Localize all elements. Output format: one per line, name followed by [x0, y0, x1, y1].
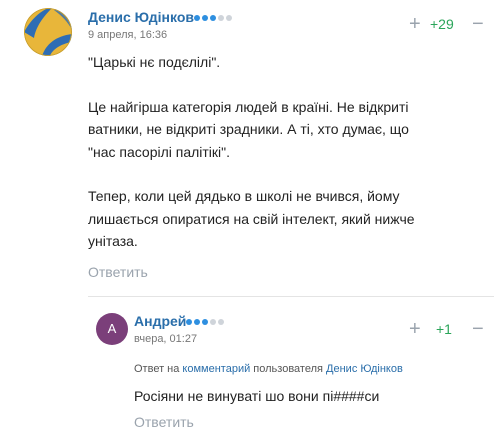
comment-score: +1: [436, 321, 452, 337]
rank-dot: [210, 319, 216, 325]
comment-date: 9 апреля, 16:36: [88, 29, 168, 41]
comment-date: вчера, 01:27: [134, 333, 198, 345]
comment-text: "Царькі нє подєлілі". Це найгірша катего…: [88, 51, 488, 253]
reply-middle: пользователя: [253, 363, 323, 375]
reply-button[interactable]: Ответить: [134, 414, 194, 430]
user-avatar[interactable]: А: [96, 313, 128, 345]
rank-dots: [194, 15, 232, 21]
comment-paragraph: "Царькі нє подєлілі".: [88, 54, 221, 70]
plus-icon[interactable]: +: [409, 319, 421, 339]
comment-author[interactable]: Андрей: [134, 313, 186, 329]
comment-paragraph: Це найгірша категорія людей в країні. Не…: [88, 98, 409, 160]
comment-score: +29: [430, 16, 454, 32]
rank-dot: [194, 319, 200, 325]
reply-comment-link[interactable]: комментарий: [182, 363, 250, 375]
user-avatar-ball[interactable]: [24, 8, 72, 56]
reply-to-info: Ответ на комментарий пользователя Денис …: [134, 363, 403, 375]
rank-dot: [210, 15, 216, 21]
comment-paragraph: Тепер, коли цей дядько в школі не вчився…: [88, 188, 415, 249]
plus-icon[interactable]: +: [409, 14, 421, 34]
reply-prefix: Ответ на: [134, 363, 180, 375]
minus-icon[interactable]: −: [472, 319, 484, 339]
rank-dot: [218, 319, 224, 325]
reply-button[interactable]: Ответить: [88, 264, 148, 280]
comment-author[interactable]: Денис Юдінков: [88, 9, 194, 25]
rank-dot: [226, 15, 232, 21]
divider: [88, 296, 494, 297]
rank-dot: [202, 319, 208, 325]
rank-dot: [202, 15, 208, 21]
minus-icon[interactable]: −: [472, 14, 484, 34]
rank-dots: [186, 319, 224, 325]
rank-dot: [186, 319, 192, 325]
comment-text: Росіяни не винуваті шо вони пі####си: [134, 388, 380, 404]
rank-dot: [218, 15, 224, 21]
rank-dot: [194, 15, 200, 21]
reply-user-link[interactable]: Денис Юдінков: [326, 363, 403, 375]
